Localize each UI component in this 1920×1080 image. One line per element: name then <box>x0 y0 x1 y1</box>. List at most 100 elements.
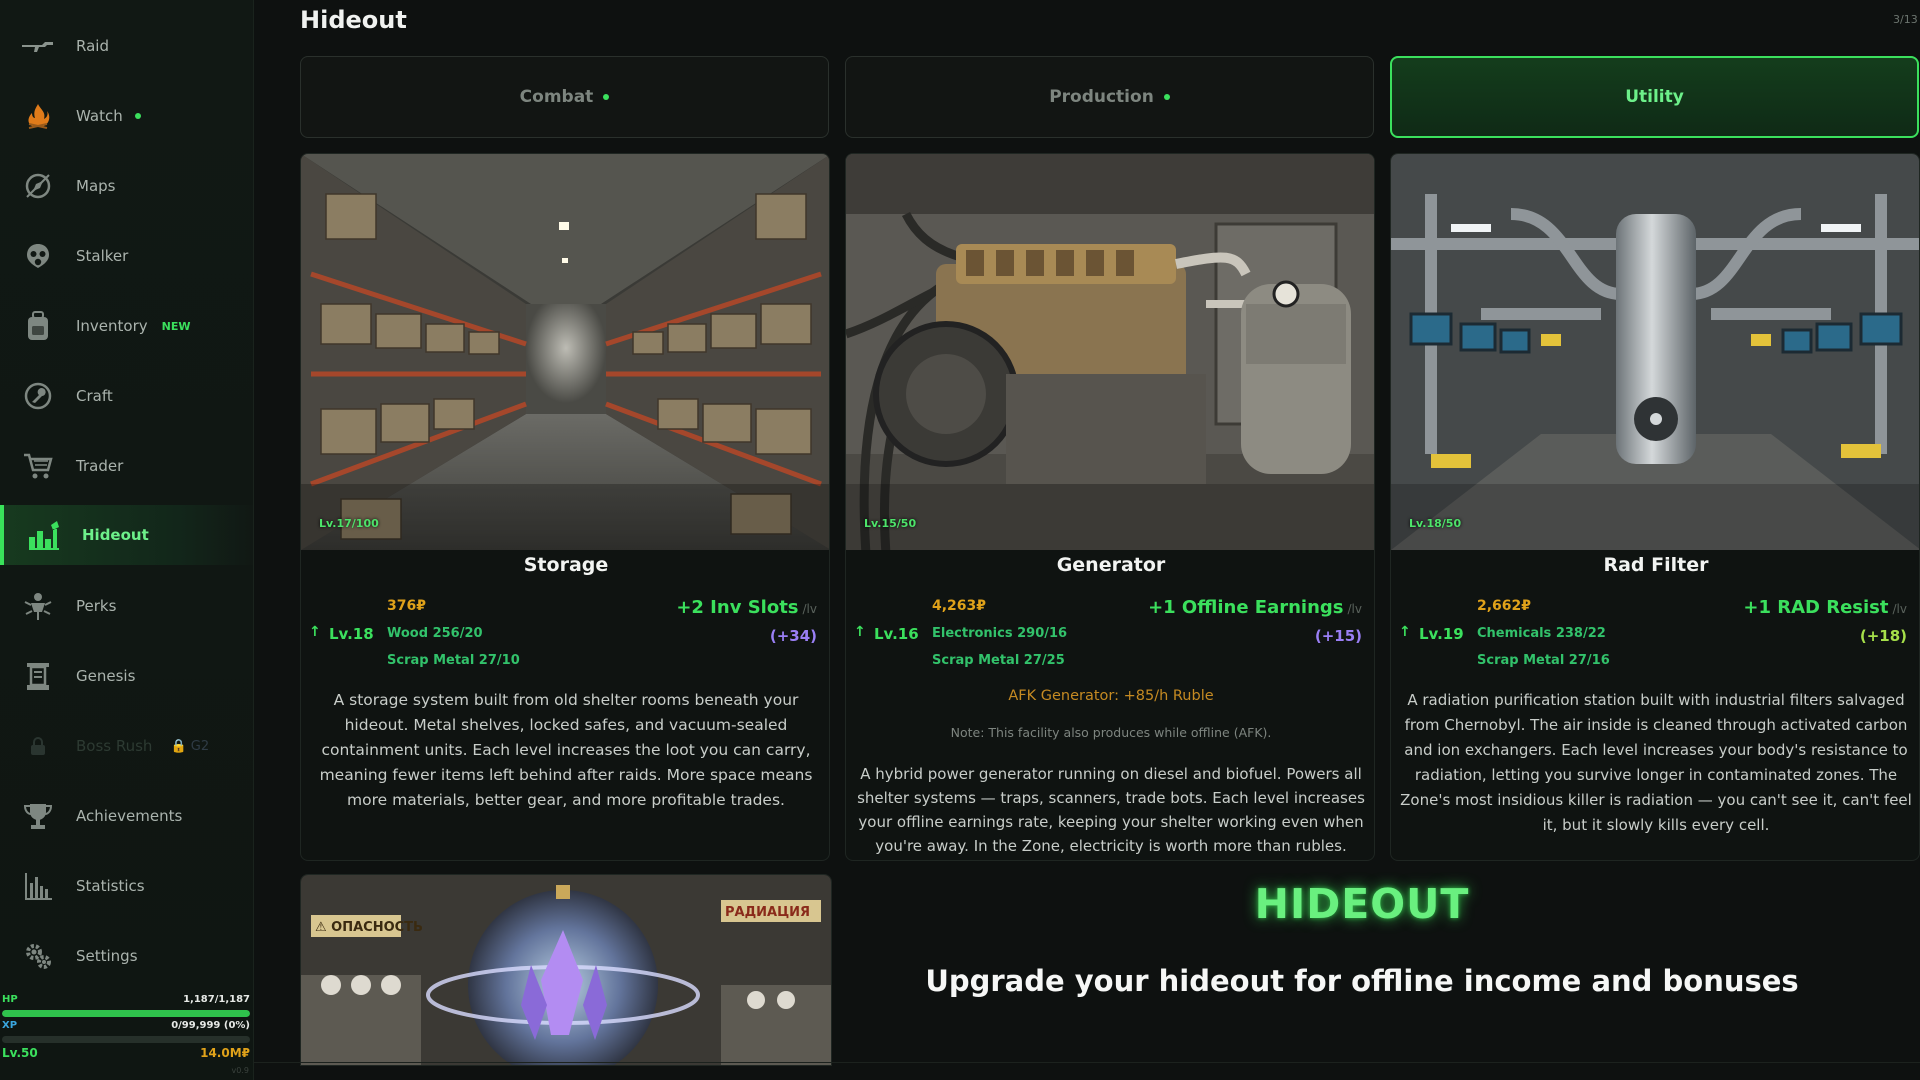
sidebar-item-achievements[interactable]: Achievements <box>0 785 253 847</box>
facility-description: A storage system built from old shelter … <box>319 691 813 809</box>
upgrade-arrow-icon[interactable]: ↑ <box>309 624 321 640</box>
upgrade-cost: 4,263₽ <box>932 598 987 614</box>
material-requirement: Electronics 290/16 <box>932 626 1068 641</box>
upgrade-bonus: +2 Inv Slots/lv <box>676 597 817 618</box>
sidebar-item-genesis[interactable]: Genesis <box>0 645 253 707</box>
sidebar-item-label: Stalker <box>76 247 129 265</box>
material-requirement: Scrap Metal 27/10 <box>387 653 520 668</box>
sidebar-item-craft[interactable]: Craft <box>0 365 253 427</box>
per-level-suffix: /lv <box>1347 602 1362 616</box>
sidebar-item-label: Watch <box>76 107 123 125</box>
facility-name: Storage <box>523 554 609 576</box>
sidebar: Raid Watch Maps Stalker Inventory NEW Cr… <box>0 0 254 1080</box>
lock-icon <box>20 728 56 764</box>
facility-card-rad-filter[interactable]: Lv.18/50 Rad Filter 2,662₽ +1 RAD Resist… <box>1390 153 1920 861</box>
tab-utility[interactable]: Utility <box>1390 56 1919 138</box>
bonus-text: +2 Inv Slots <box>676 597 799 618</box>
sidebar-item-maps[interactable]: Maps <box>0 155 253 217</box>
gasmask-icon <box>20 238 56 274</box>
facility-name: Generator <box>1056 554 1166 576</box>
generator-image <box>846 154 1374 550</box>
sidebar-item-stalker[interactable]: Stalker <box>0 225 253 287</box>
sidebar-item-settings[interactable]: Settings <box>0 925 253 987</box>
tab-combat[interactable]: Combat <box>300 56 829 138</box>
offline-note: Note: This facility also produces while … <box>950 725 1272 740</box>
next-level[interactable]: Lv.19 <box>1419 625 1464 643</box>
sidebar-item-label: Hideout <box>82 526 149 544</box>
xp-bar <box>2 1036 250 1043</box>
hp-value: 1,187/1,187 <box>183 994 250 1005</box>
facility-level: Lv.17/100 <box>319 517 379 530</box>
total-bonus: (+34) <box>769 627 817 645</box>
divider <box>253 1062 1920 1063</box>
upgrade-arrow-icon[interactable]: ↑ <box>854 624 866 640</box>
sidebar-item-statistics[interactable]: Statistics <box>0 855 253 917</box>
sidebar-item-perks[interactable]: Perks <box>0 575 253 637</box>
material-requirement: Chemicals 238/22 <box>1477 626 1606 641</box>
requirement-badge: 🔒 G2 <box>170 738 210 754</box>
cart-icon <box>20 448 56 484</box>
next-level[interactable]: Lv.18 <box>329 625 374 643</box>
total-bonus: (+18) <box>1859 627 1907 645</box>
facility-description: A hybrid power generator running on dies… <box>857 765 1365 855</box>
sidebar-item-label: Settings <box>76 947 138 965</box>
upgrade-cost: 376₽ <box>387 598 426 614</box>
gears-icon <box>20 938 56 974</box>
bonus-text: +1 Offline Earnings <box>1148 597 1344 618</box>
sidebar-item-label: Maps <box>76 177 116 195</box>
sidebar-item-label: Boss Rush <box>76 737 153 755</box>
sidebar-item-raid[interactable]: Raid <box>0 15 253 77</box>
notification-dot <box>1163 94 1170 100</box>
material-requirement: Scrap Metal 27/16 <box>1477 653 1610 668</box>
sidebar-item-label: Craft <box>76 387 113 405</box>
per-level-suffix: /lv <box>802 602 817 616</box>
promo-title: HIDEOUT <box>1254 880 1470 928</box>
afk-production: AFK Generator: +85/h Ruble <box>1008 688 1214 704</box>
notification-dot <box>603 94 610 100</box>
sidebar-item-label: Achievements <box>76 807 183 825</box>
bonus-text: +1 RAD Resist <box>1743 597 1889 618</box>
compass-icon <box>20 168 56 204</box>
facility-card-storage[interactable]: Lv.17/100 Storage 376₽ +2 Inv Slots/lv ↑… <box>300 153 830 861</box>
next-level[interactable]: Lv.16 <box>874 625 919 643</box>
bunker-icon <box>26 517 62 553</box>
tab-label: Utility <box>1625 87 1684 107</box>
backpack-icon <box>20 308 56 344</box>
player-money: 14.0M₽ <box>200 1046 250 1060</box>
facility-level: Lv.15/50 <box>864 517 917 530</box>
rad-filter-image <box>1391 154 1919 550</box>
facility-name: Rad Filter <box>1603 554 1709 576</box>
tab-label: Combat <box>519 87 594 107</box>
per-level-suffix: /lv <box>1892 602 1907 616</box>
perks-icon <box>20 588 56 624</box>
upgrade-bonus: +1 RAD Resist/lv <box>1743 597 1907 618</box>
sidebar-item-label: Statistics <box>76 877 145 895</box>
tab-production[interactable]: Production <box>845 56 1374 138</box>
sidebar-item-label: Raid <box>76 37 109 55</box>
facility-card-crystal[interactable]: ⚠ ОПАСНОСТЬ РАДИАЦИЯ <box>300 874 832 1066</box>
xp-value: 0/99,999 (0%) <box>171 1020 250 1031</box>
upgrade-arrow-icon[interactable]: ↑ <box>1399 624 1411 640</box>
page-title: Hideout <box>300 6 407 34</box>
sidebar-item-inventory[interactable]: Inventory NEW <box>0 295 253 357</box>
crystal-image: ⚠ ОПАСНОСТЬ РАДИАЦИЯ <box>301 875 831 1065</box>
page-counter: 3/13 <box>1893 13 1918 26</box>
total-bonus: (+15) <box>1314 627 1362 645</box>
facility-description: A radiation purification station built w… <box>1400 691 1912 834</box>
sidebar-item-trader[interactable]: Trader <box>0 435 253 497</box>
wrench-icon <box>20 378 56 414</box>
player-level: Lv.50 <box>2 1046 38 1060</box>
sidebar-item-label: Perks <box>76 597 117 615</box>
facility-card-generator[interactable]: Lv.15/50 Generator 4,263₽ +1 Offline Ear… <box>845 153 1375 861</box>
sidebar-item-hideout[interactable]: Hideout <box>0 505 253 565</box>
new-badge: NEW <box>161 319 191 333</box>
upgrade-cost: 2,662₽ <box>1477 598 1532 614</box>
facility-level: Lv.18/50 <box>1409 517 1462 530</box>
sidebar-item-label: Trader <box>76 457 124 475</box>
xp-label: XP <box>2 1020 18 1031</box>
promo-subtitle: Upgrade your hideout for offline income … <box>925 964 1799 998</box>
sidebar-item-watch[interactable]: Watch <box>0 85 253 147</box>
rifle-icon <box>20 28 56 64</box>
version-label: v0.9 <box>231 1066 249 1075</box>
storage-image <box>301 154 829 550</box>
